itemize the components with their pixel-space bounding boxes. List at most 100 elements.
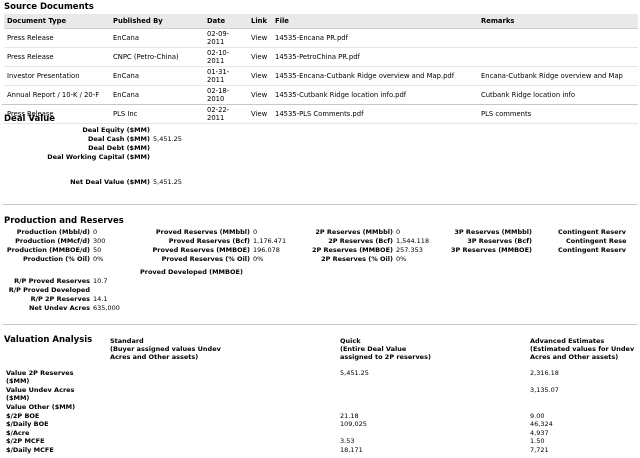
valuation-quick-value: 18,171 (340, 446, 363, 454)
advanced-header-sub: (Estimated values for Undev (530, 345, 635, 353)
proved-bcf-value: 1,176.471 (253, 237, 287, 245)
2p-oil-pct-value: 0% (396, 255, 407, 263)
production-mbbl-label: Production (Mbbl/d) (16, 228, 90, 236)
valuation-advanced-value: 46,324 (530, 420, 553, 428)
production-reserves-title: Production and Reserves (4, 216, 124, 226)
proved-oil-pct-value: 0% (253, 255, 264, 263)
doc-publisher: PLS Inc (110, 104, 204, 124)
production-mmcf-label: Production (MMcf/d) (15, 237, 90, 245)
doc-date: 02-22-2011 (204, 104, 248, 124)
proved-mmboe-label: Proved Reserves (MMBOE) (152, 246, 250, 254)
valuation-advanced-value: 4,937 (530, 429, 549, 437)
section-divider (2, 104, 638, 105)
view-link[interactable]: View (251, 72, 267, 80)
doc-type: Investor Presentation (4, 66, 110, 86)
deal-cash-label: Deal Cash ($MM) (88, 135, 150, 143)
valuation-row-label: $/2P BOE (6, 412, 40, 420)
rp-proved-value: 10.7 (93, 277, 108, 285)
2p-mmbbl-value: 0 (396, 228, 401, 236)
rp-proved-developed-label: R/P Proved Developed (8, 286, 90, 294)
deal-debt-label: Deal Debt ($MM) (88, 144, 150, 152)
valuation-row-label: $/Daily MCFE (6, 446, 54, 454)
production-mbbl-value: 0 (93, 228, 98, 236)
quick-header-sub: assigned to 2P reserves) (340, 353, 431, 361)
valuation-analysis-title: Valuation Analysis (4, 335, 93, 345)
quick-header-sub: (Entire Deal Value (340, 345, 407, 353)
contingent-bcf-label: Contingent Rese (566, 237, 627, 245)
doc-type: Press Release (4, 28, 110, 48)
proved-mmbbl-value: 0 (253, 228, 258, 236)
quick-header: Quick (340, 337, 361, 345)
doc-publisher: EnCana (110, 28, 204, 48)
proved-developed-label: Proved Developed (MMBOE) (140, 268, 243, 276)
doc-remarks: Cutbank Ridge location info (478, 85, 638, 105)
valuation-advanced-value: 9.00 (530, 412, 545, 420)
doc-date: 02-18-2010 (204, 85, 248, 105)
valuation-advanced-value: 2,316.18 (530, 369, 559, 377)
contingent-mmboe-label: Contingent Reserv (558, 246, 627, 254)
rp-2p-label: R/P 2P Reserves (30, 295, 90, 303)
doc-remarks: PLS comments (478, 104, 638, 124)
valuation-advanced-value: 7,721 (530, 446, 549, 454)
source-documents-title: Source Documents (4, 2, 94, 12)
doc-publisher: EnCana (110, 85, 204, 105)
3p-bcf-label: 3P Reserves (Bcf) (467, 237, 532, 245)
table-header-row: Document Type Published By Date Link Fil… (4, 14, 638, 29)
3p-mmbbl-label: 3P Reserves (MMbbl) (454, 228, 532, 236)
proved-mmbbl-label: Proved Reserves (MMbbl) (155, 228, 250, 236)
table-row: Press Release PLS Inc 02-22-2011 View 14… (4, 104, 638, 124)
view-link[interactable]: View (251, 110, 267, 118)
col-header-link: Link (248, 14, 272, 29)
net-deal-value: 5,451.25 (153, 178, 182, 186)
doc-publisher: EnCana (110, 66, 204, 86)
doc-date: 02-10-2011 (204, 47, 248, 67)
doc-type: Annual Report / 10-K / 20-F (4, 85, 110, 105)
col-header-published-by: Published By (110, 14, 204, 29)
valuation-row-label: $/2P MCFE (6, 437, 45, 445)
table-row: Press Release CNPC (Petro-China) 02-10-2… (4, 47, 638, 67)
doc-file: 14535-Cutbank Ridge location info.pdf (272, 85, 478, 105)
net-undev-acres-label: Net Undev Acres (28, 304, 90, 312)
view-link[interactable]: View (251, 53, 267, 61)
doc-publisher: CNPC (Petro-China) (110, 47, 204, 67)
standard-header-sub: Acres and Other assets) (110, 353, 199, 361)
table-row: Annual Report / 10-K / 20-F EnCana 02-18… (4, 85, 638, 105)
valuation-row-label-unit: ($MM) (6, 377, 30, 385)
2p-bcf-label: 2P Reserves (Bcf) (328, 237, 393, 245)
proved-bcf-label: Proved Reserves (Bcf) (168, 237, 250, 245)
doc-remarks (478, 47, 638, 67)
advanced-header-sub: Acres and Other assets) (530, 353, 619, 361)
valuation-advanced-value: 1.50 (530, 437, 545, 445)
doc-date: 01-31-2011 (204, 66, 248, 86)
col-header-document-type: Document Type (4, 14, 110, 29)
section-divider (2, 324, 638, 325)
production-oil-pct-label: Production (% Oil) (23, 255, 90, 263)
table-row: Investor Presentation EnCana 01-31-2011 … (4, 66, 638, 86)
view-link[interactable]: View (251, 91, 267, 99)
doc-file: 14535-PetroChina PR.pdf (272, 47, 478, 67)
valuation-quick-value: 3.53 (340, 437, 355, 445)
net-deal-value-label: Net Deal Value ($MM) (70, 178, 150, 186)
doc-remarks: Encana-Cutbank Ridge overview and Map (478, 66, 638, 86)
production-mmboe-value: 50 (93, 246, 102, 254)
contingent-mmbbl-label: Contingent Reserv (558, 228, 627, 236)
2p-oil-pct-label: 2P Reserves (% Oil) (321, 255, 393, 263)
doc-type: Press Release (4, 47, 110, 67)
valuation-row-label: $/Acre (6, 429, 30, 437)
deal-working-capital-label: Deal Working Capital ($MM) (47, 153, 150, 161)
valuation-row-label: Value Other ($MM) (6, 403, 76, 411)
2p-mmboe-label: 2P Reserves (MMBOE) (311, 246, 393, 254)
standard-header-sub: (Buyer assigned values Undev (110, 345, 221, 353)
advanced-header: Advanced Estimates (530, 337, 605, 345)
deal-equity-label: Deal Equity ($MM) (82, 126, 150, 134)
valuation-row-label: Value Undev Acres (6, 386, 75, 394)
section-divider (2, 204, 638, 205)
source-documents-table: Document Type Published By Date Link Fil… (4, 14, 638, 124)
valuation-quick-value: 21.18 (340, 412, 359, 420)
col-header-file: File (272, 14, 478, 29)
doc-file: 14535-Encana-Cutbank Ridge overview and … (272, 66, 478, 86)
production-mmboe-label: Production (MMBOE/d) (6, 246, 90, 254)
valuation-advanced-value: 3,135.07 (530, 386, 559, 394)
view-link[interactable]: View (251, 34, 267, 42)
proved-oil-pct-label: Proved Reserves (% Oil) (161, 255, 250, 263)
